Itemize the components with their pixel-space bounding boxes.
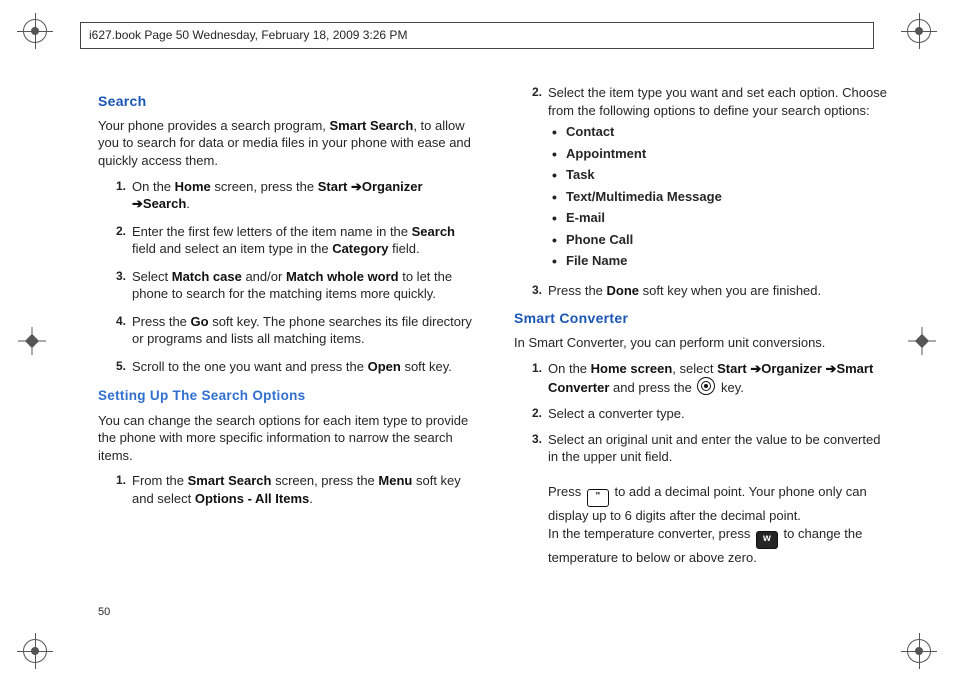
- text: Press the: [132, 314, 191, 329]
- text-bold: Open: [368, 359, 401, 374]
- list-item: 3. Select an original unit and enter the…: [548, 431, 894, 567]
- page-number: 50: [98, 605, 110, 620]
- crop-mark-left: [18, 327, 46, 355]
- crop-mark-right: [908, 327, 936, 355]
- text: , select: [672, 361, 717, 376]
- text-bold: Start: [717, 361, 761, 376]
- text: .: [186, 196, 190, 211]
- bullet-item: Phone Call: [566, 231, 894, 249]
- text: Enter the first few letters of the item …: [132, 224, 412, 239]
- list-item: 1. On the Home screen, press the StartOr…: [132, 178, 478, 213]
- text-bold: Match case: [172, 269, 242, 284]
- bullet-item: Text/Multimedia Message: [566, 188, 894, 206]
- step-number: 4.: [102, 313, 126, 329]
- page-content: Search Your phone provides a search prog…: [98, 82, 894, 642]
- search-intro: Your phone provides a search program, Sm…: [98, 117, 478, 170]
- text: From the: [132, 473, 188, 488]
- text: Select the item type you want and set ea…: [548, 85, 887, 118]
- right-column: 2. Select the item type you want and set…: [514, 82, 894, 642]
- step-number: 3.: [102, 268, 126, 284]
- bullet-item: Task: [566, 166, 894, 184]
- step-number: 1.: [102, 472, 126, 488]
- crop-mark-bottom-left: [22, 638, 48, 664]
- decimal-key-icon: ": [587, 489, 609, 507]
- step-number: 1.: [102, 178, 126, 194]
- bullet-item: E-mail: [566, 209, 894, 227]
- text-bold: Home: [175, 179, 211, 194]
- search-options-steps: 1. From the Smart Search screen, press t…: [98, 472, 478, 507]
- text: field.: [389, 241, 420, 256]
- text: On the: [548, 361, 591, 376]
- text: .: [309, 491, 313, 506]
- list-item: 3. Press the Done soft key when you are …: [548, 282, 894, 300]
- bullet-item: Appointment: [566, 145, 894, 163]
- text: In the temperature converter, press: [548, 526, 754, 541]
- list-item: 1. On the Home screen, select StartOrgan…: [548, 360, 894, 397]
- converter-intro: In Smart Converter, you can perform unit…: [514, 334, 894, 352]
- heading-search-options: Setting Up The Search Options: [98, 387, 478, 405]
- text: field and select an item type in the: [132, 241, 332, 256]
- text: Select a converter type.: [548, 406, 685, 421]
- text: Scroll to the one you want and press the: [132, 359, 368, 374]
- heading-smart-converter: Smart Converter: [514, 309, 894, 328]
- text: key.: [717, 380, 744, 395]
- text-bold: Search: [412, 224, 455, 239]
- nav-key-icon: [697, 377, 715, 395]
- search-options-steps-cont: 2. Select the item type you want and set…: [514, 84, 894, 299]
- search-options-intro: You can change the search options for ea…: [98, 412, 478, 465]
- text-bold: Go: [191, 314, 209, 329]
- step-number: 3.: [518, 282, 542, 298]
- list-item: 2. Select a converter type.: [548, 405, 894, 423]
- text-bold: Menu: [378, 473, 412, 488]
- text: Select an original unit and enter the va…: [548, 432, 880, 465]
- step-number: 5.: [102, 358, 126, 374]
- left-column: Search Your phone provides a search prog…: [98, 82, 478, 642]
- text-bold: Smart Search: [330, 118, 414, 133]
- converter-steps: 1. On the Home screen, select StartOrgan…: [514, 360, 894, 566]
- text: On the: [132, 179, 175, 194]
- list-item: 2. Enter the first few letters of the it…: [132, 223, 478, 258]
- text: and/or: [242, 269, 286, 284]
- crop-mark-top-left: [22, 18, 48, 44]
- page-header: i627.book Page 50 Wednesday, February 18…: [80, 22, 874, 49]
- text: soft key.: [401, 359, 452, 374]
- text: and press the: [609, 380, 695, 395]
- bullet-item: Contact: [566, 123, 894, 141]
- heading-search: Search: [98, 92, 478, 111]
- step-number: 2.: [518, 405, 542, 421]
- list-item: 3. Select Match case and/or Match whole …: [132, 268, 478, 303]
- list-item: 5. Scroll to the one you want and press …: [132, 358, 478, 376]
- crop-mark-top-right: [906, 18, 932, 44]
- step-number: 3.: [518, 431, 542, 447]
- text: screen, press the: [271, 473, 378, 488]
- text: screen, press the: [211, 179, 318, 194]
- step-number: 2.: [102, 223, 126, 239]
- text-bold: Category: [332, 241, 388, 256]
- bullet-item: File Name: [566, 252, 894, 270]
- text-bold: Options - All Items: [195, 491, 309, 506]
- search-steps: 1. On the Home screen, press the StartOr…: [98, 178, 478, 376]
- list-item: 4. Press the Go soft key. The phone sear…: [132, 313, 478, 348]
- sign-key-icon: w: [756, 531, 778, 549]
- text: soft key when you are finished.: [639, 283, 821, 298]
- options-bullets: Contact Appointment Task Text/Multimedia…: [548, 123, 894, 270]
- step-number: 1.: [518, 360, 542, 376]
- text: Press: [548, 484, 585, 499]
- list-item: 2. Select the item type you want and set…: [548, 84, 894, 270]
- step-number: 2.: [518, 84, 542, 100]
- text-bold: Smart Search: [188, 473, 272, 488]
- text: Select: [132, 269, 172, 284]
- text-bold: Search: [143, 196, 186, 211]
- text: Your phone provides a search program,: [98, 118, 330, 133]
- list-item: 1. From the Smart Search screen, press t…: [132, 472, 478, 507]
- crop-mark-bottom-right: [906, 638, 932, 664]
- text: Press the: [548, 283, 607, 298]
- text-bold: Start: [318, 179, 362, 194]
- text-bold: Organizer: [761, 361, 836, 376]
- text-bold: Done: [607, 283, 640, 298]
- text-bold: Home screen: [591, 361, 673, 376]
- text-bold: Match whole word: [286, 269, 399, 284]
